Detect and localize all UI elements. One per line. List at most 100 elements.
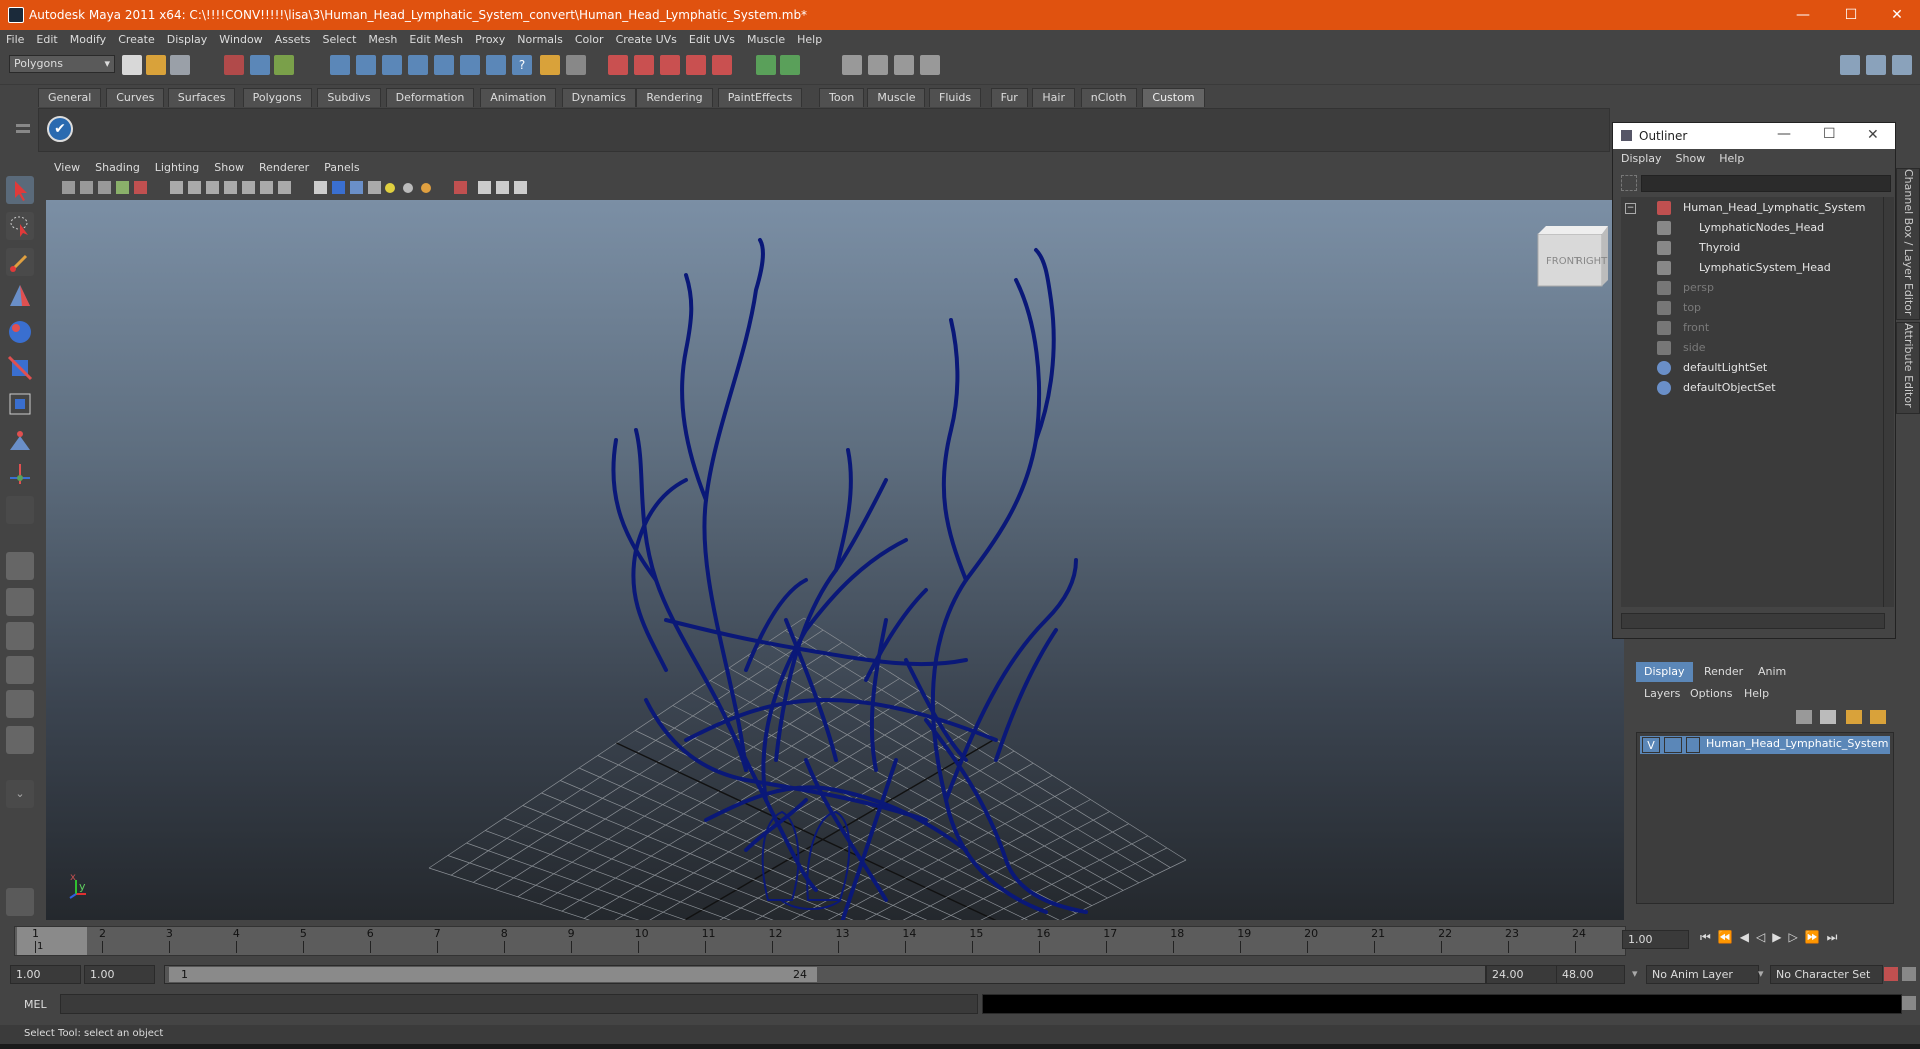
shelf-tab-subdivs[interactable]: Subdivs bbox=[317, 88, 381, 107]
outliner-item[interactable]: persp bbox=[1621, 279, 1883, 297]
menu-edit-uvs[interactable]: Edit UVs bbox=[683, 30, 741, 46]
layer-display-type-toggle[interactable] bbox=[1664, 737, 1682, 753]
outliner-menu-help[interactable]: Help bbox=[1711, 149, 1750, 165]
highlight-selection-icon[interactable] bbox=[566, 55, 586, 75]
pick-mask-icon[interactable] bbox=[330, 55, 350, 75]
grid-toggle-icon[interactable] bbox=[170, 181, 183, 194]
menu-muscle[interactable]: Muscle bbox=[741, 30, 791, 46]
make-live-icon[interactable] bbox=[712, 55, 732, 75]
layout-menu-chevron-icon[interactable]: ⌄ bbox=[6, 780, 34, 808]
command-input[interactable] bbox=[60, 994, 978, 1014]
panel-menu-show[interactable]: Show bbox=[206, 158, 251, 174]
gate-mask-icon[interactable] bbox=[224, 181, 237, 194]
playback-end-field[interactable]: 24.00 bbox=[1486, 965, 1557, 984]
outliner-item[interactable]: defaultLightSet bbox=[1621, 359, 1883, 377]
shelf-tab-surfaces[interactable]: Surfaces bbox=[167, 88, 236, 107]
smooth-shading-icon[interactable] bbox=[332, 181, 345, 194]
resolution-gate-icon[interactable] bbox=[206, 181, 219, 194]
menu-proxy[interactable]: Proxy bbox=[469, 30, 511, 46]
help-question-icon[interactable]: ? bbox=[512, 55, 532, 75]
outliner-minimize-button[interactable]: — bbox=[1777, 126, 1791, 142]
time-ruler[interactable]: 1 1 2 3 4 5 6 7 8 9 10 11 12 13 14 15 16 17 18 19 20 21 22 23 2… bbox=[14, 926, 1626, 956]
wireframe-on-shaded-icon[interactable] bbox=[350, 181, 363, 194]
outliner-item[interactable]: side bbox=[1621, 339, 1883, 357]
outliner-item[interactable]: front bbox=[1621, 319, 1883, 337]
time-slider[interactable]: 1 1 2 3 4 5 6 7 8 9 10 11 12 13 14 15 16 17 18 19 20 21 22 23 2… bbox=[0, 922, 1920, 956]
move-layer-up-icon[interactable] bbox=[1846, 710, 1862, 724]
checkmark-shelf-icon[interactable]: ✔ bbox=[47, 116, 73, 142]
scale-tool-icon[interactable] bbox=[6, 354, 34, 382]
menu-modify[interactable]: Modify bbox=[64, 30, 112, 46]
step-forward-frame-icon[interactable]: ▷ bbox=[1788, 930, 1804, 944]
select-tool-icon[interactable] bbox=[6, 176, 34, 204]
shelf-tab-ncloth[interactable]: nCloth bbox=[1080, 88, 1137, 107]
save-scene-icon[interactable] bbox=[170, 55, 190, 75]
two-d-pan-zoom-icon[interactable] bbox=[116, 181, 129, 194]
layer-menu-help[interactable]: Help bbox=[1744, 687, 1769, 700]
select-hierarchy-icon[interactable] bbox=[224, 55, 244, 75]
use-default-lighting-icon[interactable] bbox=[385, 183, 395, 193]
shelf-tab-general[interactable]: General bbox=[38, 88, 102, 107]
shadows-icon[interactable] bbox=[403, 183, 413, 193]
tab-render[interactable]: Render bbox=[1696, 662, 1751, 682]
render-view-icon[interactable] bbox=[842, 55, 862, 75]
rotate-tool-icon[interactable] bbox=[6, 318, 34, 346]
textured-icon[interactable] bbox=[368, 181, 381, 194]
step-forward-key-icon[interactable]: ⏩ bbox=[1805, 930, 1827, 944]
menu-edit-mesh[interactable]: Edit Mesh bbox=[403, 30, 469, 46]
image-plane-icon[interactable] bbox=[98, 181, 111, 194]
minimize-button[interactable]: — bbox=[1780, 0, 1826, 30]
hypershade-layout-icon[interactable] bbox=[6, 690, 34, 718]
command-language-label[interactable]: MEL bbox=[24, 998, 47, 1011]
shelf-tab-toon[interactable]: Toon bbox=[819, 88, 865, 107]
menu-normals[interactable]: Normals bbox=[511, 30, 569, 46]
snap-to-view-plane-icon[interactable] bbox=[686, 55, 706, 75]
range-slider-bar[interactable]: 1 24 bbox=[169, 967, 817, 982]
snap-to-grid-icon[interactable] bbox=[608, 55, 628, 75]
shelf-tab-rendering[interactable]: Rendering bbox=[636, 88, 713, 107]
select-joints-icon[interactable] bbox=[382, 55, 402, 75]
animation-start-field[interactable]: 1.00 bbox=[10, 965, 81, 984]
safe-action-icon[interactable] bbox=[260, 181, 273, 194]
outliner-item[interactable]: LymphaticSystem_Head bbox=[1621, 259, 1883, 277]
outliner-maximize-button[interactable]: ☐ bbox=[1823, 126, 1836, 142]
select-dynamics-icon[interactable] bbox=[486, 55, 506, 75]
panel-menu-renderer[interactable]: Renderer bbox=[251, 158, 316, 174]
outliner-item[interactable]: LymphaticNodes_Head bbox=[1621, 219, 1883, 237]
close-button[interactable]: ✕ bbox=[1874, 0, 1920, 30]
select-handles-icon[interactable] bbox=[356, 55, 376, 75]
show-tool-settings-icon[interactable] bbox=[1892, 55, 1912, 75]
anim-layer-dropdown[interactable]: No Anim Layer bbox=[1646, 965, 1759, 984]
move-layer-down-icon[interactable] bbox=[1870, 710, 1886, 724]
select-deformations-icon[interactable] bbox=[460, 55, 480, 75]
menu-edit[interactable]: Edit bbox=[30, 30, 63, 46]
last-tool-icon[interactable] bbox=[6, 496, 34, 524]
shelf-tab-polygons[interactable]: Polygons bbox=[242, 88, 312, 107]
select-curves-icon[interactable] bbox=[408, 55, 428, 75]
current-time-field[interactable]: 1.00 bbox=[1622, 930, 1689, 949]
new-scene-icon[interactable] bbox=[122, 55, 142, 75]
menu-help[interactable]: Help bbox=[791, 30, 828, 46]
layer-color-swatch[interactable] bbox=[1686, 737, 1700, 753]
select-surfaces-icon[interactable] bbox=[434, 55, 454, 75]
isolate-select-icon[interactable] bbox=[454, 181, 467, 194]
anim-layer-chevron-icon[interactable]: ▾ bbox=[1632, 967, 1638, 980]
shelf-tab-hair[interactable]: Hair bbox=[1032, 88, 1075, 107]
step-back-frame-icon[interactable]: ◀ bbox=[1740, 930, 1756, 944]
menu-create[interactable]: Create bbox=[112, 30, 161, 46]
field-chart-icon[interactable] bbox=[242, 181, 255, 194]
animation-end-field[interactable]: 48.00 bbox=[1556, 965, 1625, 984]
attribute-editor-side-tab[interactable]: Attribute Editor bbox=[1896, 322, 1920, 414]
playback-start-field[interactable]: 1.00 bbox=[84, 965, 155, 984]
film-gate-icon[interactable] bbox=[188, 181, 201, 194]
menu-window[interactable]: Window bbox=[213, 30, 268, 46]
panel-menu-lighting[interactable]: Lighting bbox=[147, 158, 206, 174]
outliner-close-button[interactable]: ✕ bbox=[1867, 127, 1879, 143]
character-set-chevron-icon[interactable]: ▾ bbox=[1758, 967, 1764, 980]
four-view-layout-icon[interactable] bbox=[6, 588, 34, 616]
maximize-button[interactable]: ☐ bbox=[1828, 0, 1874, 30]
outliner-item[interactable]: defaultObjectSet bbox=[1621, 379, 1883, 397]
select-object-icon[interactable] bbox=[250, 55, 270, 75]
output-history-icon[interactable] bbox=[780, 55, 800, 75]
open-scene-icon[interactable] bbox=[146, 55, 166, 75]
